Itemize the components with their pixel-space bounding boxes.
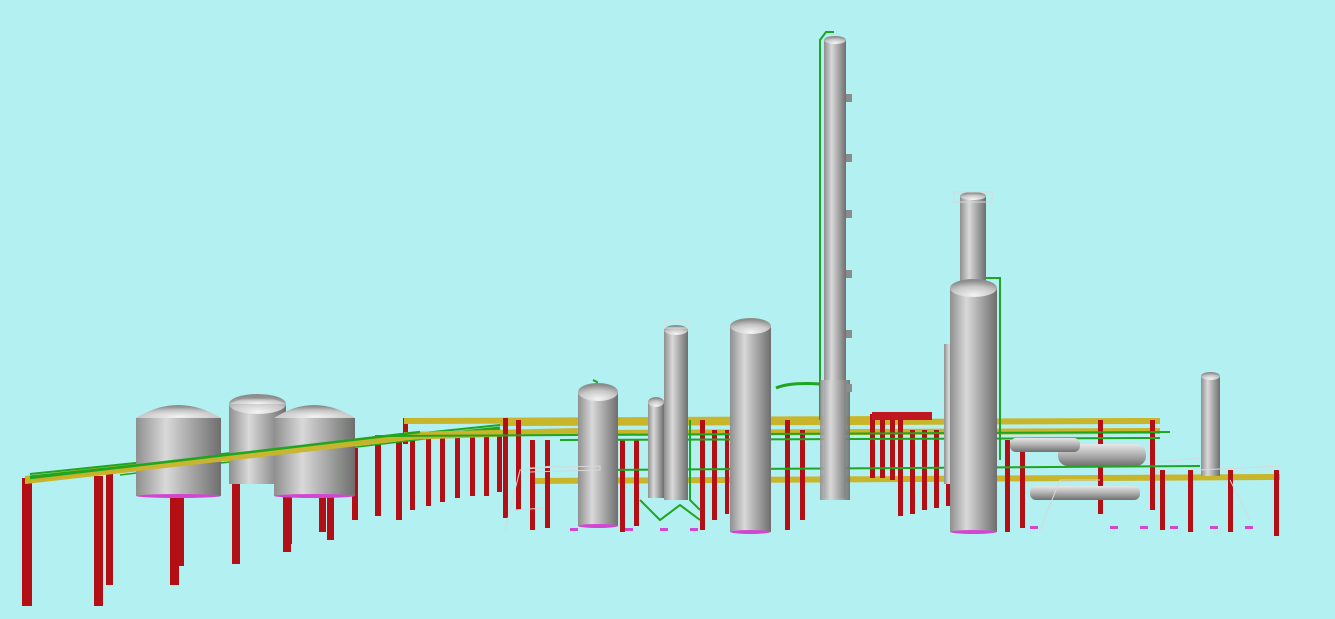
vessel-mid-tall: [663, 319, 689, 500]
small-column-right: [1201, 372, 1220, 476]
vessel-small-column: [648, 397, 664, 498]
twin-column-large: [944, 279, 997, 534]
foundations: [570, 526, 1253, 531]
twin-column-large-center: [730, 318, 771, 534]
horizontal-drum: [1010, 438, 1146, 500]
vessel-left-short: [578, 383, 618, 528]
storage-tank-1: [136, 405, 221, 498]
3d-viewport[interactable]: [0, 0, 1335, 619]
plant-model-render: [22, 31, 1281, 606]
